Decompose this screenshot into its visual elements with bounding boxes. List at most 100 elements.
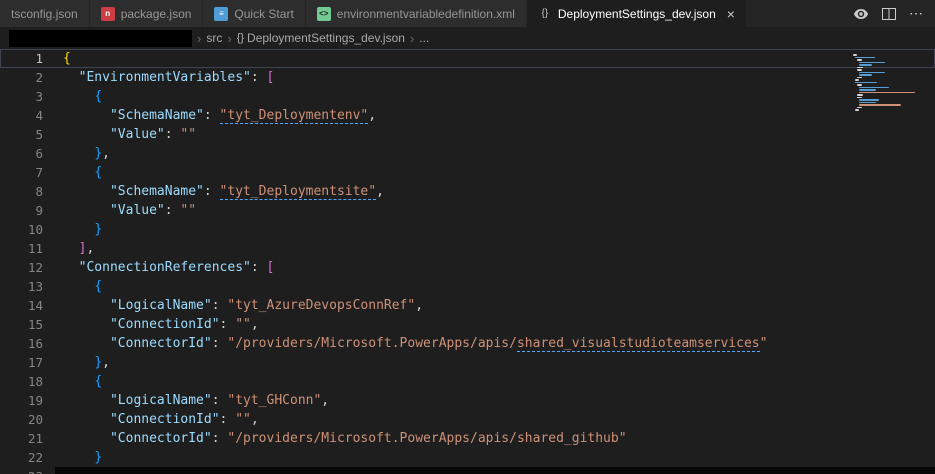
breadcrumb-separator: ›	[410, 31, 414, 46]
code-line[interactable]: 19 "LogicalName": "tyt_GHConn",	[0, 391, 935, 410]
code-line[interactable]: 11 ],	[0, 239, 935, 258]
code-text: }	[43, 448, 102, 467]
code-token: "ConnectorId"	[110, 431, 212, 446]
code-line[interactable]: 7 {	[0, 163, 935, 182]
code-token: :	[220, 412, 236, 427]
tab-label: tsconfig.json	[11, 7, 78, 21]
line-number: 5	[0, 125, 43, 144]
code-token: ,	[376, 184, 384, 199]
horizontal-scrollbar[interactable]	[55, 467, 935, 474]
editor[interactable]: 1{2 "EnvironmentVariables": [3 {4 "Schem…	[0, 49, 935, 474]
code-token	[63, 431, 110, 446]
code-line[interactable]: 12 "ConnectionReferences": [	[0, 258, 935, 277]
tab-deploymentsettings-dev-json[interactable]: {}DeploymentSettings_dev.json×	[527, 0, 747, 27]
breadcrumb-item[interactable]: ...	[419, 31, 429, 45]
code-token: ,	[251, 317, 259, 332]
line-number: 3	[0, 87, 43, 106]
code-token: :	[165, 127, 181, 142]
code-token: {	[94, 279, 102, 294]
code-line[interactable]: 6 },	[0, 144, 935, 163]
code-token	[63, 374, 94, 389]
code-token	[63, 127, 110, 142]
code-token: :	[204, 108, 220, 123]
line-number: 7	[0, 163, 43, 182]
code-token	[63, 184, 110, 199]
code-text: },	[43, 353, 110, 372]
code-token: ,	[86, 241, 94, 256]
minimap-line	[859, 64, 872, 66]
code-text: "ConnectionReferences": [	[43, 258, 274, 277]
code-token: "ConnectionId"	[110, 317, 220, 332]
code-text: },	[43, 144, 110, 163]
code-token	[63, 222, 94, 237]
ellipsis-icon: ⋯	[909, 5, 923, 22]
line-number: 22	[0, 448, 43, 467]
code-line[interactable]: 16 "ConnectorId": "/providers/Microsoft.…	[0, 334, 935, 353]
code-lines: 1{2 "EnvironmentVariables": [3 {4 "Schem…	[0, 49, 935, 474]
json-braces-icon: {}	[237, 32, 244, 44]
editor-action-group: ⋯	[841, 0, 935, 27]
editor-tab-bar: tsconfig.json npackage.json≡Quick Start<>…	[0, 0, 935, 27]
line-number: 17	[0, 353, 43, 372]
code-token: ,	[321, 393, 329, 408]
code-line[interactable]: 22 }	[0, 448, 935, 467]
code-token: :	[220, 317, 236, 332]
tab-environmentvariabledefinition-xml[interactable]: <>environmentvariabledefinition.xml	[306, 0, 527, 27]
tab-quick-start[interactable]: ≡Quick Start	[203, 0, 305, 27]
open-preview-button[interactable]	[853, 6, 869, 22]
code-line[interactable]: 14 "LogicalName": "tyt_AzureDevopsConnRe…	[0, 296, 935, 315]
code-token	[63, 450, 94, 465]
code-line[interactable]: 17 },	[0, 353, 935, 372]
code-line[interactable]: 20 "ConnectionId": "",	[0, 410, 935, 429]
close-icon[interactable]: ×	[727, 7, 735, 21]
code-text: "Value": ""	[43, 201, 196, 220]
code-line[interactable]: 2 "EnvironmentVariables": [	[0, 68, 935, 87]
code-token: :	[251, 260, 267, 275]
code-text: "ConnectorId": "/providers/Microsoft.Pow…	[43, 429, 627, 448]
tab-strip: tsconfig.json npackage.json≡Quick Start<>…	[0, 0, 841, 27]
code-line[interactable]: 3 {	[0, 87, 935, 106]
code-text: "Value": ""	[43, 125, 196, 144]
code-line[interactable]: 10 }	[0, 220, 935, 239]
code-line[interactable]: 9 "Value": ""	[0, 201, 935, 220]
minimap[interactable]	[853, 54, 923, 112]
code-line[interactable]: 1{	[0, 49, 935, 68]
minimap-line	[859, 74, 872, 76]
minimap-line	[859, 72, 885, 74]
breadcrumb-label: DeploymentSettings_dev.json	[247, 31, 405, 45]
minimap-line	[859, 89, 876, 91]
code-line[interactable]: 5 "Value": ""	[0, 125, 935, 144]
code-text: "ConnectionId": "",	[43, 315, 259, 334]
code-token: {	[63, 51, 71, 66]
minimap-line	[855, 82, 877, 84]
split-editor-button[interactable]	[881, 6, 897, 22]
tab-package-json[interactable]: npackage.json	[90, 0, 204, 27]
breadcrumb-item[interactable]: src	[206, 31, 222, 45]
code-token: :	[251, 70, 267, 85]
code-token: [	[267, 70, 275, 85]
json-braces-icon: {}	[538, 7, 552, 21]
code-line[interactable]: 18 {	[0, 372, 935, 391]
code-token: "tyt_GHConn"	[227, 393, 321, 408]
code-token: "EnvironmentVariables"	[79, 70, 251, 85]
breadcrumb-label: ...	[419, 31, 429, 45]
more-actions-button[interactable]: ⋯	[909, 5, 923, 22]
code-line[interactable]: 15 "ConnectionId": "",	[0, 315, 935, 334]
code-token	[63, 279, 94, 294]
code-text: }	[43, 220, 102, 239]
line-number: 13	[0, 277, 43, 296]
breadcrumb: ›src›{}DeploymentSettings_dev.json›...	[197, 31, 429, 46]
tab-tsconfig-json[interactable]: tsconfig.json	[0, 0, 90, 27]
code-line[interactable]: 13 {	[0, 277, 935, 296]
code-token: "ConnectionReferences"	[79, 260, 251, 275]
code-text: "SchemaName": "tyt_Deploymentenv",	[43, 106, 376, 125]
minimap-line	[857, 94, 863, 96]
code-line[interactable]: 8 "SchemaName": "tyt_Deploymentsite",	[0, 182, 935, 201]
minimap-line	[855, 109, 859, 111]
code-line[interactable]: 4 "SchemaName": "tyt_Deploymentenv",	[0, 106, 935, 125]
breadcrumb-separator: ›	[227, 31, 231, 46]
code-token: ""	[180, 127, 196, 142]
code-line[interactable]: 21 "ConnectorId": "/providers/Microsoft.…	[0, 429, 935, 448]
code-token	[63, 355, 94, 370]
breadcrumb-item[interactable]: {}DeploymentSettings_dev.json	[237, 31, 405, 45]
